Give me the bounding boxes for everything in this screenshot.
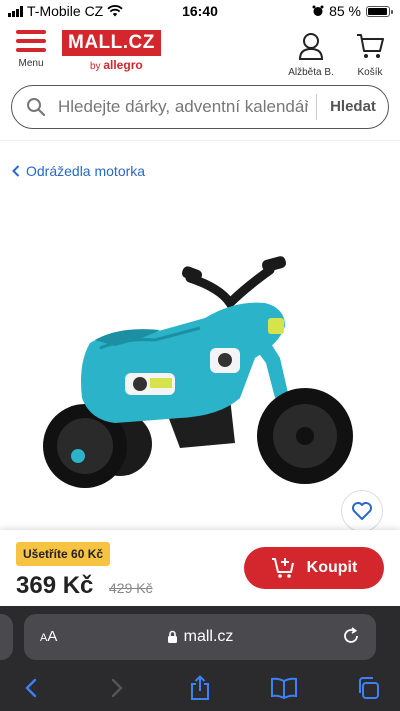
back-button[interactable] <box>16 674 46 702</box>
favorite-button[interactable] <box>341 490 383 532</box>
old-price: 429 Kč <box>109 580 153 596</box>
savings-badge: Ušetříte 60 Kč <box>16 542 111 566</box>
balance-bike-image <box>43 256 353 488</box>
status-bar: T-Mobile CZ 16:40 85 % <box>0 0 400 24</box>
bookmarks-button[interactable] <box>269 674 299 702</box>
search-icon <box>27 98 46 117</box>
lock-icon <box>167 630 177 643</box>
chevron-right-icon <box>111 678 123 698</box>
cart-icon <box>357 34 384 58</box>
url-display[interactable]: mall.cz <box>24 628 376 646</box>
price-bar: Ušetříte 60 Kč 369 Kč 429 Kč Koupit <box>0 530 400 606</box>
breadcrumb[interactable]: Odrážedla motorka <box>12 163 145 179</box>
status-right: 85 % <box>312 3 393 19</box>
tabs-icon <box>359 677 379 699</box>
url-text: mall.cz <box>183 628 234 645</box>
menu-label: Menu <box>18 58 44 69</box>
search-input[interactable]: Hledejte dárky, adventní kalendáře <box>58 86 308 127</box>
share-button[interactable] <box>185 674 215 702</box>
buy-label: Koupit <box>306 559 358 576</box>
book-icon <box>271 677 297 699</box>
site-header: Menu MALL.CZ by allegro Alžběta B. Košík <box>0 24 400 80</box>
heart-icon <box>352 502 372 520</box>
reload-icon[interactable] <box>342 627 360 645</box>
current-price: 369 Kč <box>16 572 94 599</box>
tabs-button[interactable] <box>353 674 383 702</box>
buy-button[interactable]: Koupit <box>244 547 384 589</box>
logo-text: MALL.CZ <box>62 30 161 56</box>
search-button[interactable]: Hledat <box>318 86 388 127</box>
add-to-cart-icon <box>271 558 294 578</box>
cart-button[interactable]: Košík <box>350 32 390 78</box>
breadcrumb-label: Odrážedla motorka <box>26 163 146 179</box>
chevron-left-icon <box>25 678 37 698</box>
forward-button[interactable] <box>102 674 132 702</box>
alarm-icon <box>312 5 324 16</box>
menu-button[interactable]: Menu <box>14 30 48 69</box>
logo-byline: by allegro <box>90 58 143 72</box>
share-icon <box>191 675 209 700</box>
header-divider <box>0 140 400 141</box>
account-button[interactable]: Alžběta B. <box>286 32 336 78</box>
address-bar[interactable]: AA mall.cz <box>24 614 376 660</box>
mall-logo[interactable]: MALL.CZ by allegro <box>62 30 161 72</box>
cart-label: Košík <box>357 67 383 78</box>
chevron-left-icon <box>12 165 20 177</box>
battery-icon <box>366 5 393 17</box>
browser-toolbar: AA mall.cz <box>0 606 400 711</box>
hamburger-icon <box>16 30 46 52</box>
user-icon <box>298 33 324 60</box>
battery-percent: 85 % <box>329 3 361 19</box>
search-divider <box>316 94 317 120</box>
account-label: Alžběta B. <box>288 67 334 78</box>
search-bar: Hledejte dárky, adventní kalendáře Hleda… <box>11 85 389 129</box>
previous-tab-edge[interactable] <box>0 614 13 660</box>
browser-nav-row <box>0 670 400 706</box>
